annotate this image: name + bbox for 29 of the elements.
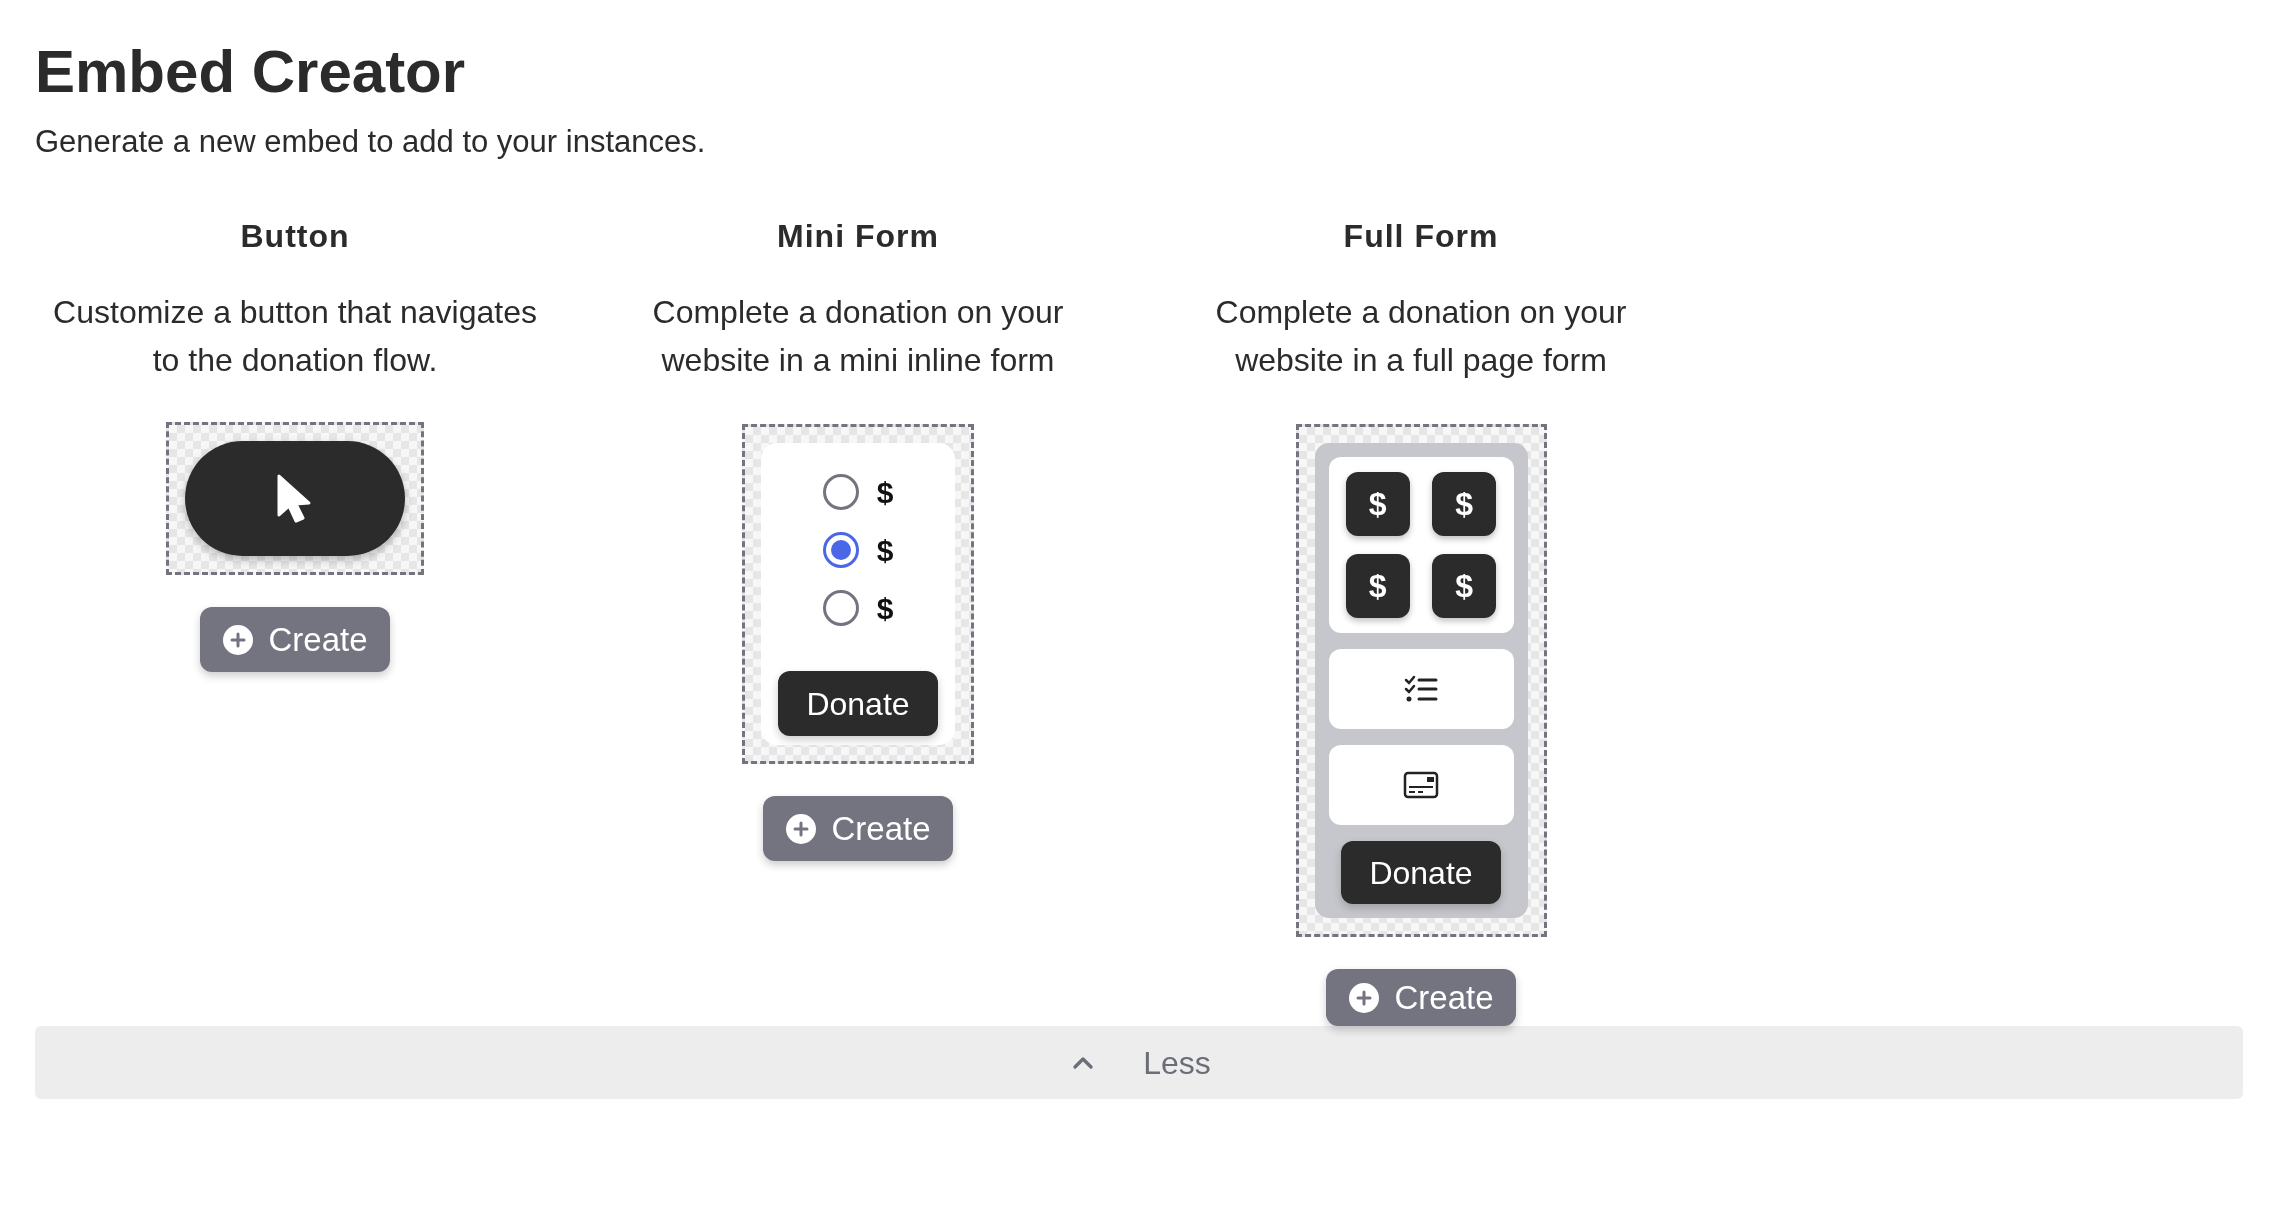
embed-heading: Full Form: [1343, 217, 1499, 256]
embed-heading: Button: [240, 217, 350, 256]
page-title: Embed Creator: [35, 37, 467, 107]
plus-circle-icon: [1348, 981, 1381, 1014]
credit-card-icon: [1403, 771, 1439, 799]
radio-button[interactable]: [822, 474, 859, 510]
checklist-icon: [1404, 675, 1438, 703]
radio-button[interactable]: [822, 532, 859, 568]
radio-button[interactable]: [822, 590, 859, 626]
embed-description: Customize a button that navigates to the donation flow.: [52, 293, 538, 380]
amount-label: $: [876, 474, 894, 511]
amount-button[interactable]: $: [1345, 554, 1410, 618]
embed-description: Complete a donation on your website in a mini inline form: [651, 293, 1065, 380]
amount-button[interactable]: $: [1432, 554, 1497, 618]
less-toggle[interactable]: Less: [35, 1026, 2243, 1099]
create-button[interactable]: Create: [200, 607, 390, 672]
amount-button[interactable]: $: [1345, 472, 1410, 536]
donate-button[interactable]: Donate: [1341, 841, 1501, 904]
create-button[interactable]: Create: [763, 796, 953, 861]
embed-description: Complete a donation on your website in a full page form: [1214, 293, 1628, 380]
amount-label: $: [876, 590, 894, 627]
donate-button[interactable]: Donate: [778, 671, 938, 736]
create-button[interactable]: Create: [1326, 969, 1516, 1026]
page-subtitle: Generate a new embed to add to your instances.: [35, 123, 707, 161]
embed-heading: Mini Form: [777, 217, 939, 256]
plus-circle-icon: [785, 812, 818, 845]
amount-button[interactable]: $: [1432, 472, 1497, 536]
amount-label: $: [876, 532, 894, 569]
plus-circle-icon: [222, 623, 255, 656]
